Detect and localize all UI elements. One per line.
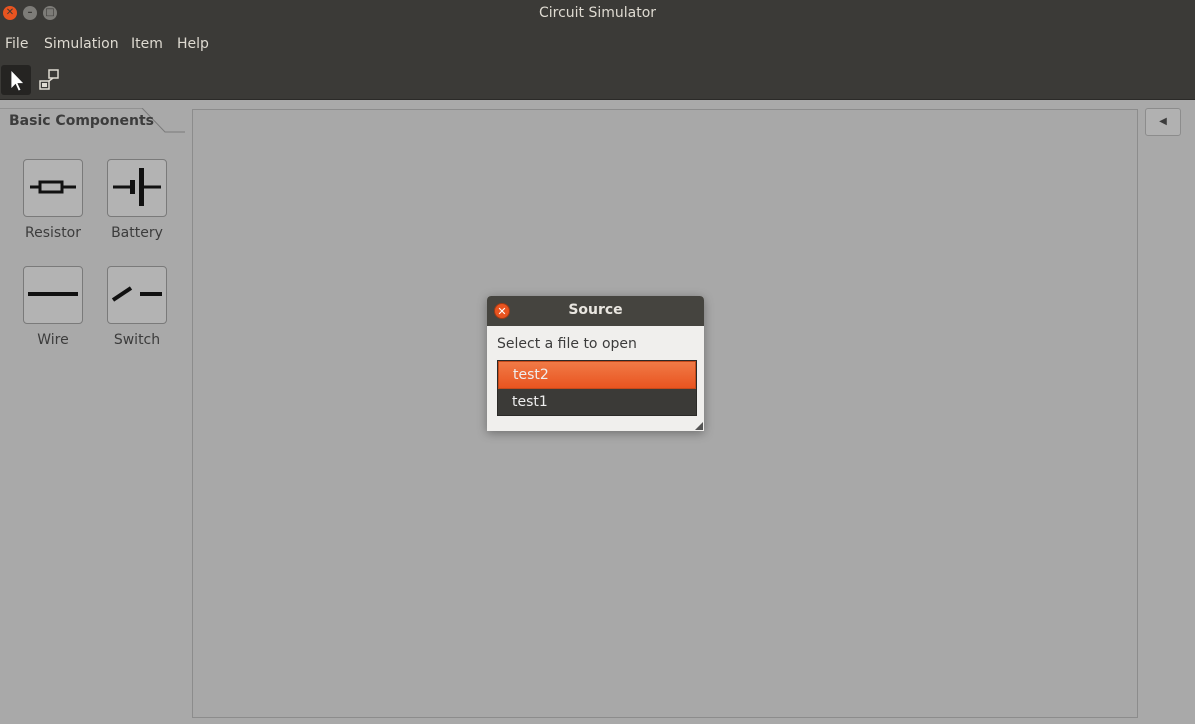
toolbar	[0, 62, 1195, 100]
battery-tile[interactable]	[107, 159, 167, 217]
chevron-left-icon: ◀	[1159, 116, 1167, 127]
component-label: Battery	[111, 225, 163, 241]
wire-icon	[28, 292, 78, 296]
wire-tile[interactable]	[23, 266, 83, 324]
resize-grip-icon[interactable]	[695, 422, 703, 430]
component-resistor[interactable]: Resistor	[23, 159, 83, 241]
menu-simulation[interactable]: Simulation	[44, 36, 119, 52]
menu-bar: File Simulation Item Help	[0, 28, 1195, 62]
component-label: Resistor	[25, 225, 81, 241]
switch-tile[interactable]	[107, 266, 167, 324]
file-option-test2[interactable]: test2	[498, 361, 696, 389]
resistor-icon	[30, 180, 76, 194]
cursor-arrow-icon	[10, 69, 25, 92]
resistor-tile[interactable]	[23, 159, 83, 217]
link-tool-button[interactable]	[35, 65, 65, 95]
pointer-tool-button[interactable]	[1, 65, 31, 95]
menu-help[interactable]: Help	[177, 36, 209, 52]
component-battery[interactable]: Battery	[107, 159, 167, 241]
link-nodes-icon	[39, 69, 59, 90]
switch-icon	[111, 286, 162, 302]
component-label: Wire	[37, 332, 69, 348]
dialog-header: ✕ Source	[487, 296, 704, 326]
component-label: Switch	[113, 332, 161, 348]
title-bar: ✕ – □ Circuit Simulator	[0, 0, 1195, 28]
component-wire[interactable]: Wire	[23, 266, 83, 348]
file-dropdown-list[interactable]: test2 test1	[497, 360, 697, 416]
dialog-prompt: Select a file to open	[497, 336, 637, 352]
dialog-title: Source	[568, 302, 623, 318]
battery-icon	[113, 168, 161, 206]
menu-item[interactable]: Item	[131, 36, 163, 52]
file-option-test1[interactable]: test1	[498, 389, 696, 415]
tab-basic-components[interactable]: Basic Components	[0, 108, 174, 134]
menu-file[interactable]: File	[5, 36, 28, 52]
component-switch[interactable]: Switch	[107, 266, 167, 348]
window-title: Circuit Simulator	[538, 5, 657, 21]
collapse-panel-button[interactable]: ◀	[1145, 108, 1181, 136]
source-dialog: ✕ Source Select a file to open test2 tes…	[487, 296, 704, 431]
